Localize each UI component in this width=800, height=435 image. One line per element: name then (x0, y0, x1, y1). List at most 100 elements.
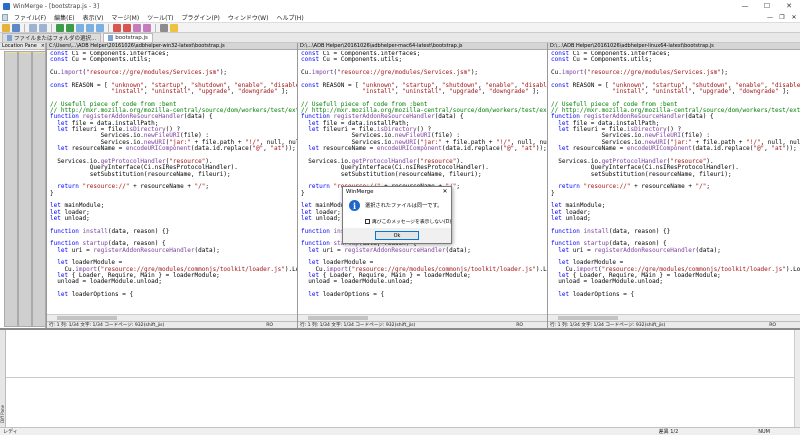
title-bar: WinMerge - [bootstrap.js - 3] — ☐ ✕ (0, 0, 800, 12)
scroll-thumb[interactable] (558, 316, 618, 320)
middle-file-path: D:\...\ADB Helper\20161026\adbhelper-mac… (298, 43, 547, 50)
toolbar-separator (24, 23, 25, 32)
menu-edit[interactable]: 編集(E) (50, 13, 78, 22)
diff-pane: Diff Pane (0, 328, 800, 427)
right-horizontal-scrollbar[interactable] (548, 314, 800, 321)
right-code-view[interactable]: const Ci = Components.interfaces; const C… (548, 51, 800, 314)
location-bar-left[interactable] (4, 51, 18, 327)
diff-counter: 差異 1/2 (658, 429, 679, 435)
code-line: "install", "uninstall", "upgrade", "down… (111, 88, 289, 96)
close-button[interactable]: ✕ (778, 0, 800, 12)
tab-bootstrap[interactable]: bootstrap.js (103, 33, 153, 42)
menu-bar: ファイル(F) 編集(E) 表示(V) マージ(M) ツール(T) プラグイン(… (0, 12, 800, 22)
readonly-indicator: RO (516, 322, 523, 328)
menu-view[interactable]: 表示(V) (79, 13, 108, 22)
checkbox-label[interactable]: 再びこのメッセージを表示しない(D) (372, 218, 451, 225)
diff-detail-top[interactable] (6, 330, 794, 378)
save-icon[interactable] (12, 23, 20, 32)
readonly-indicator: RO (769, 322, 776, 328)
menu-merge[interactable]: マージ(M) (107, 13, 143, 22)
readonly-indicator: RO (266, 322, 273, 328)
location-pane-header: Location Pane × (0, 43, 45, 50)
maximize-button[interactable]: ☐ (756, 0, 778, 12)
winmerge-window: WinMerge - [bootstrap.js - 3] — ☐ ✕ ファイル… (0, 0, 800, 435)
code-line: let loaderOptions = { (57, 291, 134, 299)
document-icon[interactable] (2, 13, 8, 21)
last-diff-icon[interactable] (96, 23, 104, 32)
refresh-icon[interactable] (170, 23, 178, 32)
undo-icon[interactable] (29, 23, 37, 32)
dialog-close-icon[interactable]: ✕ (439, 188, 451, 195)
left-code-view[interactable]: const Ci = Components.interfaces; const C… (47, 51, 297, 314)
scroll-thumb[interactable] (308, 316, 368, 320)
middle-horizontal-scrollbar[interactable] (298, 314, 547, 321)
child-restore-button[interactable]: ❐ (776, 14, 788, 21)
code-line: "install", "uninstall", "upgrade", "down… (362, 88, 540, 96)
code-line: let loaderOptions = { (558, 291, 635, 299)
toolbar-separator (51, 23, 52, 32)
window-title: WinMerge - [bootstrap.js - 3] (13, 2, 100, 10)
child-minimize-button[interactable]: — (764, 14, 776, 21)
options-icon[interactable] (160, 23, 168, 32)
folder-icon (7, 35, 12, 41)
menu-plugins[interactable]: プラグイン(P) (178, 13, 224, 22)
scroll-thumb[interactable] (57, 316, 117, 320)
numlock-indicator: NUM (758, 428, 770, 435)
winmerge-app-icon (3, 2, 10, 10)
ok-button[interactable]: Ok (375, 231, 419, 240)
location-pane: Location Pane × (0, 43, 46, 328)
left-pane: C:\Users\...\ADB Helper\20161026\adbhelp… (46, 43, 297, 328)
menu-help[interactable]: ヘルプ(H) (272, 13, 307, 22)
menu-file[interactable]: ファイル(F) (10, 13, 50, 22)
tab-open-select[interactable]: ファイルまたはフォルダの選択... (2, 33, 102, 42)
diff-pane-scrollbar[interactable] (794, 330, 800, 427)
status-bar: レディ 差異 1/2 NUM (0, 427, 800, 435)
copy-right-icon[interactable] (113, 23, 121, 32)
menu-tools[interactable]: ツール(T) (143, 13, 177, 22)
copy-all-left-icon[interactable] (143, 23, 151, 32)
copy-all-right-icon[interactable] (133, 23, 141, 32)
next-diff-icon[interactable] (56, 23, 64, 32)
tab-label: ファイルまたはフォルダの選択... (14, 36, 97, 42)
copy-left-icon[interactable] (123, 23, 131, 32)
diff-pane-title: Diff Pane (0, 405, 5, 423)
prev-diff-icon[interactable] (66, 23, 74, 32)
child-close-button[interactable]: ✕ (788, 14, 800, 21)
dialog-titlebar: WinMerge ✕ (343, 187, 451, 196)
middle-pane-status: 行: 1 列: 1/34 文字: 1/34 コードページ: 932(shift_… (298, 321, 547, 328)
code-line: "install", "uninstall", "upgrade", "down… (612, 88, 790, 96)
code-line: let resourceName = encodeURIComponent(da… (308, 145, 547, 153)
first-diff-icon[interactable] (76, 23, 84, 32)
tab-label: bootstrap.js (115, 35, 148, 41)
file-icon (108, 35, 114, 41)
identical-files-dialog: WinMerge ✕ i 選択されたファイルは同一です。 再びこのメッセージを表… (342, 186, 452, 244)
toolbar (0, 22, 800, 33)
redo-icon[interactable] (39, 23, 47, 32)
minimize-button[interactable]: — (734, 0, 756, 12)
location-bar-middle[interactable] (18, 51, 32, 327)
left-pane-status: 行: 1 列: 1/34 文字: 1/34 コードページ: 932(shift_… (47, 321, 297, 328)
code-line: let loaderOptions = { (308, 291, 385, 299)
middle-code-view[interactable]: const Ci = Components.interfaces; const C… (298, 51, 547, 314)
open-folder-icon[interactable] (2, 23, 10, 32)
info-icon: i (349, 200, 360, 211)
toolbar-separator (155, 23, 156, 32)
left-file-path: C:\Users\...\ADB Helper\20161026\adbhelp… (47, 43, 297, 50)
location-pane-title: Location Pane (2, 43, 37, 49)
dialog-message: 選択されたファイルは同一です。 (365, 203, 443, 209)
menu-window[interactable]: ウィンドウ(W) (224, 13, 273, 22)
current-diff-icon[interactable] (86, 23, 94, 32)
checkbox-box[interactable] (365, 219, 370, 224)
location-pane-close-icon[interactable]: × (41, 43, 45, 49)
location-highlight (33, 52, 45, 53)
left-horizontal-scrollbar[interactable] (47, 314, 297, 321)
diff-detail-bottom[interactable] (6, 379, 794, 427)
dialog-footer: Ok (343, 228, 451, 243)
location-bar-right[interactable] (32, 51, 46, 327)
location-highlight (5, 52, 17, 53)
code-line: let resourceName = encodeURIComponent(da… (57, 145, 296, 153)
dont-show-again-checkbox[interactable]: 再びこのメッセージを表示しない(D) (365, 218, 451, 225)
toolbar-separator (108, 23, 109, 32)
status-ready: レディ (3, 429, 18, 435)
dialog-title: WinMerge (346, 188, 374, 195)
